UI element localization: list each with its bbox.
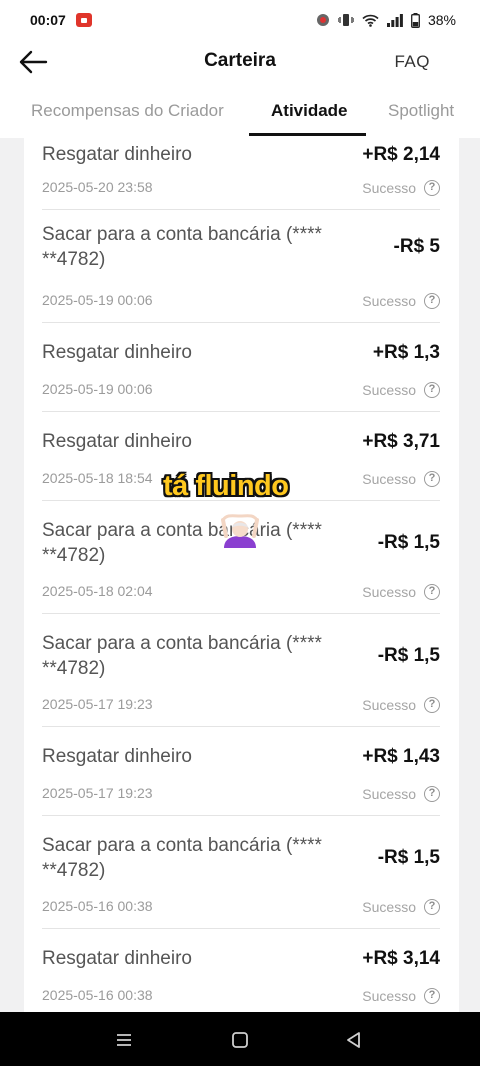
status-label: Sucesso [362,584,416,600]
transaction-date: 2025-05-18 18:54 [42,470,153,486]
status-label: Sucesso [362,899,416,915]
status-label: Sucesso [362,786,416,802]
transaction-description: Resgatar dinheiro [42,342,192,363]
transaction-row[interactable]: Sacar para a conta bancária (**** **4782… [42,210,440,323]
person-gesturing-ok-icon [220,512,260,557]
transaction-status: Sucesso ? [362,697,440,713]
status-label: Sucesso [362,180,416,196]
recent-apps-icon[interactable] [114,1030,134,1050]
transaction-description: Resgatar dinheiro [42,144,192,165]
help-icon[interactable]: ? [424,584,440,600]
help-icon[interactable]: ? [424,697,440,713]
transaction-description: Sacar para a conta bancária (**** **4782… [42,520,322,566]
transaction-status: Sucesso ? [362,988,440,1004]
faq-link[interactable]: FAQ [394,52,430,72]
transaction-status: Sucesso ? [362,382,440,398]
transaction-date: 2025-05-20 23:58 [42,179,153,195]
battery-level: 38% [427,12,456,28]
transaction-description: Sacar para a conta bancária (**** **4782… [42,224,322,270]
status-label: Sucesso [362,382,416,398]
transaction-amount: +R$ 1,3 [372,342,440,363]
transaction-amount: +R$ 1,43 [362,746,440,767]
app-header: Carteira FAQ [0,40,480,84]
transaction-status: Sucesso ? [362,786,440,802]
transaction-row[interactable]: Resgatar dinheiro +R$ 1,43 2025-05-17 19… [42,727,440,816]
transaction-row[interactable]: Sacar para a conta bancária (**** **4782… [42,614,440,727]
transaction-status: Sucesso ? [362,584,440,600]
battery-icon [411,12,420,28]
transaction-date: 2025-05-19 00:06 [42,381,153,397]
transaction-description: Sacar para a conta bancária (**** **4782… [42,835,322,881]
help-icon[interactable]: ? [424,293,440,309]
transaction-status: Sucesso ? [362,899,440,915]
help-icon[interactable]: ? [424,180,440,196]
overlay-caption: tá fluindo [163,470,289,502]
transaction-status: Sucesso ? [362,293,440,309]
transaction-row[interactable]: Resgatar dinheiro +R$ 1,3 2025-05-19 00:… [42,323,440,412]
transaction-list-card[interactable]: Resgatar dinheiro +R$ 2,14 2025-05-20 23… [24,138,459,1012]
transaction-date: 2025-05-18 02:04 [42,583,153,599]
transaction-row[interactable]: Resgatar dinheiro +R$ 3,14 2025-05-16 00… [42,929,440,1012]
transaction-row[interactable]: Resgatar dinheiro +R$ 2,14 2025-05-20 23… [42,138,440,210]
wifi-icon [362,14,379,27]
record-icon [75,13,92,27]
status-label: Sucesso [362,697,416,713]
transaction-row[interactable]: Sacar para a conta bancária (**** **4782… [42,816,440,929]
record-dot-icon [316,13,330,27]
transaction-description: Resgatar dinheiro [42,431,192,452]
transaction-description: Resgatar dinheiro [42,746,192,767]
help-icon[interactable]: ? [424,899,440,915]
transaction-amount: +R$ 3,14 [362,948,440,969]
help-icon[interactable]: ? [424,988,440,1004]
status-label: Sucesso [362,293,416,309]
transaction-description: Resgatar dinheiro [42,948,192,969]
help-icon[interactable]: ? [424,471,440,487]
back-triangle-icon[interactable] [344,1030,364,1050]
vibrate-icon [337,13,354,27]
tab-bar: Recompensas do Criador Atividade Spotlig… [0,84,480,138]
status-bar: 00:07 38% [0,0,480,40]
status-time: 00:07 [30,12,66,28]
transaction-amount: -R$ 1,5 [377,847,440,868]
status-icons: 38% [316,12,456,28]
transaction-amount: -R$ 1,5 [377,645,440,666]
status-label: Sucesso [362,471,416,487]
system-navigation-bar [0,1012,480,1066]
tab-activity[interactable]: Atividade [271,101,348,121]
screen: 00:07 38% Carteira FAQ Recompensas do Cr… [0,0,480,1066]
transaction-list: Resgatar dinheiro +R$ 2,14 2025-05-20 23… [24,138,459,1012]
transaction-amount: +R$ 2,14 [362,144,440,165]
transaction-amount: +R$ 3,71 [362,431,440,452]
tab-spotlight[interactable]: Spotlight [388,101,454,121]
help-icon[interactable]: ? [424,786,440,802]
transaction-date: 2025-05-16 00:38 [42,898,153,914]
tab-creator-rewards[interactable]: Recompensas do Criador [31,101,224,121]
transaction-date: 2025-05-17 19:23 [42,696,153,712]
transaction-date: 2025-05-19 00:06 [42,292,153,308]
transaction-description: Sacar para a conta bancária (**** **4782… [42,633,322,679]
home-icon[interactable] [230,1030,250,1050]
signal-icon [386,13,403,27]
transaction-date: 2025-05-16 00:38 [42,987,153,1003]
status-label: Sucesso [362,988,416,1004]
transaction-status: Sucesso ? [362,471,440,487]
help-icon[interactable]: ? [424,382,440,398]
transaction-amount: -R$ 5 [393,236,440,257]
active-tab-indicator [249,133,366,136]
transaction-amount: -R$ 1,5 [377,532,440,553]
transaction-date: 2025-05-17 19:23 [42,785,153,801]
transaction-status: Sucesso ? [362,180,440,196]
